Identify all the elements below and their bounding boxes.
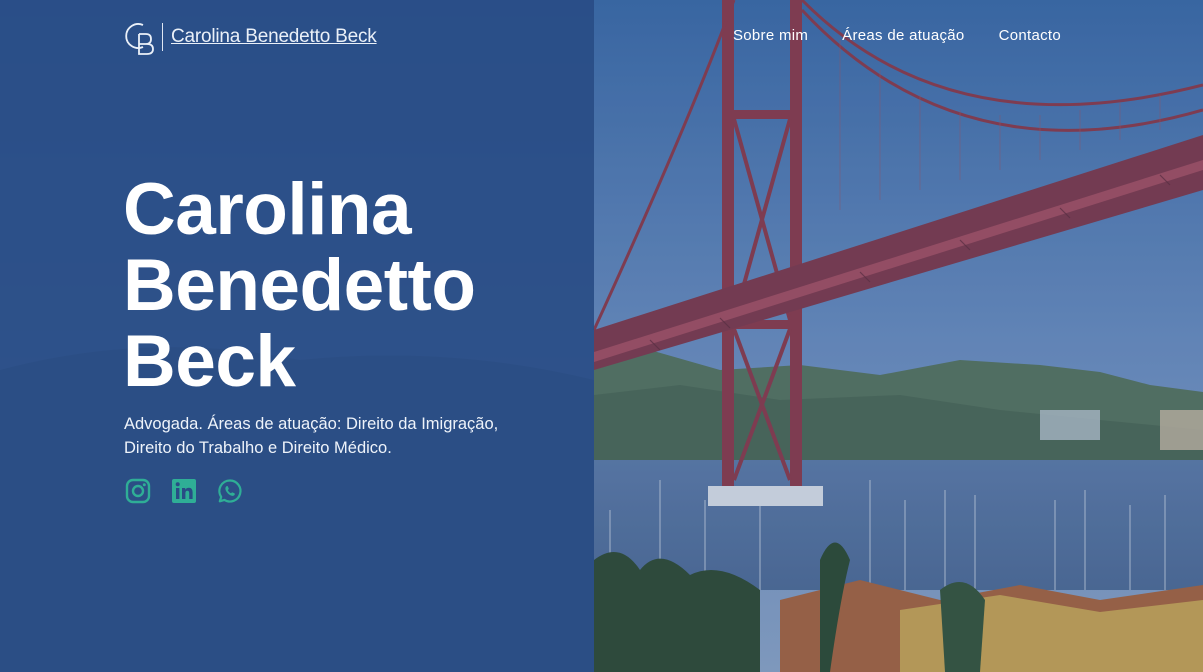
cb-monogram-icon — [125, 23, 154, 55]
brand-name: Carolina Benedetto Beck — [171, 26, 377, 47]
logo-divider — [162, 23, 163, 51]
linkedin-icon — [172, 479, 196, 503]
nav-item-contacto[interactable]: Contacto — [999, 27, 1061, 44]
social-links — [125, 478, 243, 504]
hero-title: Carolina Benedetto Beck — [123, 172, 583, 400]
nav-item-sobre-mim[interactable]: Sobre mim — [733, 27, 808, 44]
whatsapp-icon — [218, 479, 242, 503]
linkedin-link[interactable] — [171, 478, 197, 504]
site-header: Carolina Benedetto Beck Sobre mim Áreas … — [0, 0, 1203, 76]
hero-subtitle-line-2: Direito do Trabalho e Direito Médico. — [124, 439, 392, 457]
hero-title-line-1: Carolina — [123, 169, 412, 250]
instagram-icon — [125, 478, 151, 504]
main-nav: Sobre mim Áreas de atuação Contacto — [733, 27, 1061, 44]
site-logo[interactable]: Carolina Benedetto Beck — [123, 17, 377, 57]
hero-title-line-2: Benedetto — [123, 245, 476, 326]
hero-subtitle: Advogada. Áreas de atuação: Direito da I… — [124, 412, 544, 460]
hero-title-line-3: Beck — [123, 321, 296, 402]
hero-subtitle-line-1: Advogada. Áreas de atuação: Direito da I… — [124, 415, 499, 433]
whatsapp-link[interactable] — [217, 478, 243, 504]
instagram-link[interactable] — [125, 478, 151, 504]
nav-item-areas-de-atuacao[interactable]: Áreas de atuação — [842, 27, 964, 44]
